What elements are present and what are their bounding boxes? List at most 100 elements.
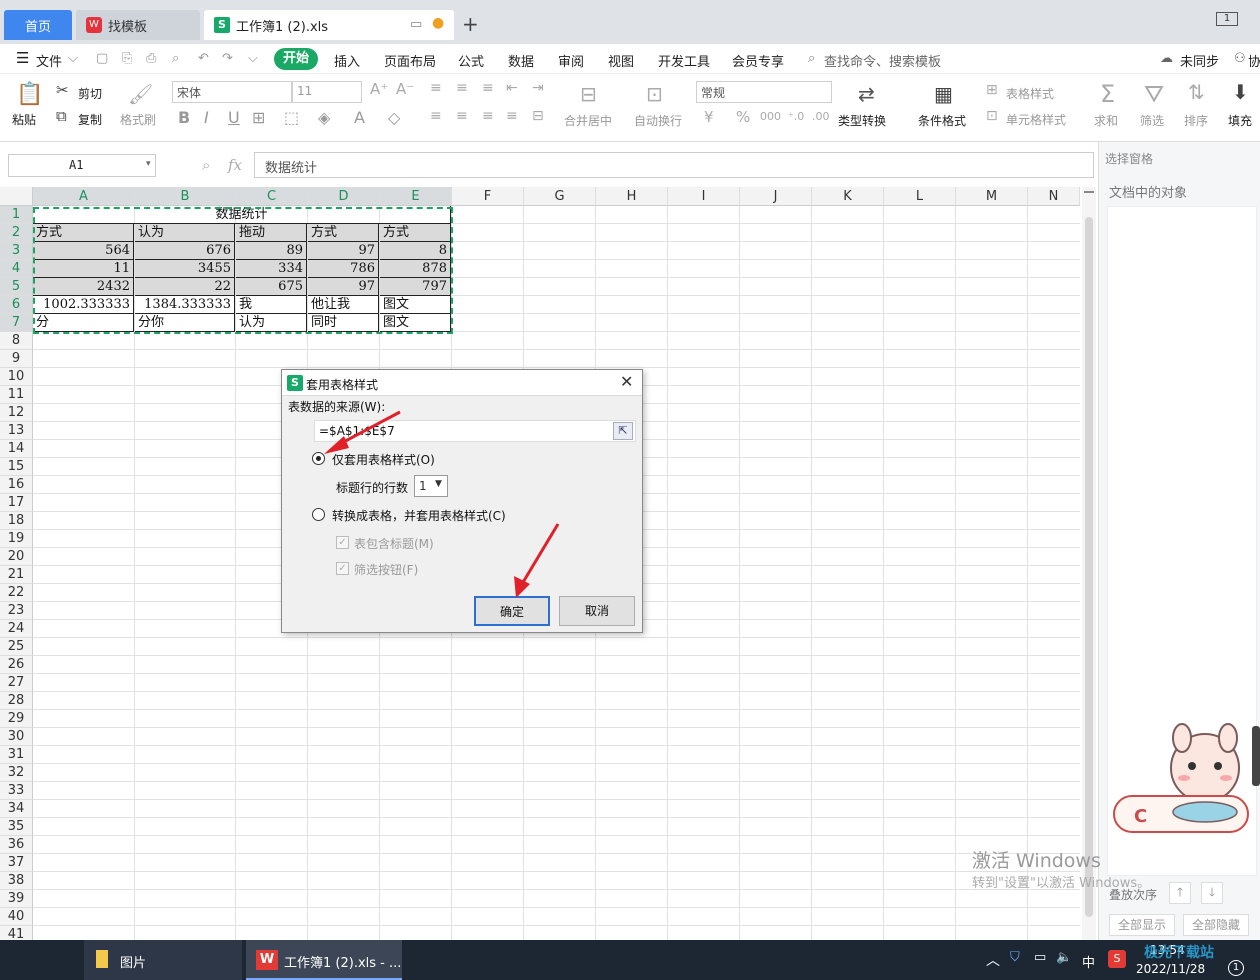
notification-badge[interactable]: 1	[1228, 960, 1244, 976]
clock-date[interactable]: 2022/11/28	[1136, 962, 1205, 976]
row-header[interactable]: 20	[0, 548, 33, 566]
selection-pane-title[interactable]: 选择窗格	[1105, 150, 1153, 167]
font-name-select[interactable]: 宋体	[172, 81, 292, 103]
row-header[interactable]: 22	[0, 584, 33, 602]
decimal-add-icon[interactable]: ⁺.0	[788, 110, 804, 123]
menu-data[interactable]: 数据	[508, 51, 534, 70]
align-top-icon[interactable]: ≡	[430, 80, 442, 96]
table-style-button[interactable]: 表格样式	[1006, 85, 1054, 102]
bold-icon[interactable]: B	[178, 108, 190, 127]
row-header[interactable]: 33	[0, 782, 33, 800]
bg-color-icon[interactable]: ◈	[318, 108, 330, 127]
row-header[interactable]: 14	[0, 440, 33, 458]
hamburger-icon[interactable]: ☰	[16, 49, 29, 67]
column-header[interactable]: H	[596, 187, 668, 206]
column-header[interactable]: A	[33, 187, 135, 206]
network-icon[interactable]: ▭	[1034, 950, 1046, 965]
decimal-remove-icon[interactable]: .00	[812, 110, 830, 123]
conditional-format-icon[interactable]: ▦	[934, 82, 953, 106]
column-header[interactable]: L	[884, 187, 956, 206]
justify-icon[interactable]: ≡	[506, 108, 518, 124]
fill-button[interactable]: 填充	[1228, 112, 1252, 129]
menu-view[interactable]: 视图	[608, 51, 634, 70]
row-header[interactable]: 21	[0, 566, 33, 584]
wrap-text-button[interactable]: 自动换行	[634, 112, 682, 129]
row-header[interactable]: 23	[0, 602, 33, 620]
tab-document[interactable]: S 工作簿1 (2).xls ▭ ●	[204, 10, 454, 40]
align-center-icon[interactable]: ≡	[456, 108, 468, 124]
show-all-button[interactable]: 全部显示	[1109, 914, 1175, 936]
scissors-icon[interactable]: ✂	[56, 81, 69, 99]
sync-status[interactable]: 未同步	[1180, 51, 1219, 70]
redo-icon[interactable]: ↷	[222, 51, 233, 66]
column-header[interactable]: K	[812, 187, 884, 206]
row-header[interactable]: 11	[0, 386, 33, 404]
currency-icon[interactable]: ¥	[704, 108, 714, 126]
filter-button[interactable]: 筛选	[1140, 112, 1164, 129]
formula-input[interactable]: 数据统计	[254, 152, 1094, 178]
vertical-scrollbar[interactable]	[1082, 187, 1096, 940]
checkbox-has-header-label[interactable]: 表包含标题(M)	[354, 535, 434, 552]
collab-label[interactable]: 协	[1248, 51, 1260, 70]
row-header[interactable]: 30	[0, 728, 33, 746]
move-up-button[interactable]: 🡑	[1169, 882, 1191, 904]
filter-icon[interactable]: ⛛	[1144, 80, 1164, 108]
preview-icon[interactable]: ⌕	[172, 51, 179, 66]
column-header[interactable]: F	[452, 187, 524, 206]
radio-style-only[interactable]	[312, 452, 325, 465]
name-box[interactable]: A1	[8, 154, 156, 177]
align-right-icon[interactable]: ≡	[482, 108, 494, 124]
scroll-thumb[interactable]	[1085, 217, 1093, 917]
brush-icon[interactable]: 🖌	[128, 82, 153, 106]
align-middle-icon[interactable]: ≡	[456, 80, 468, 96]
merge-center-button[interactable]: 合并居中	[564, 112, 612, 129]
row-header[interactable]: 10	[0, 368, 33, 386]
command-search[interactable]: 查找命令、搜索模板	[824, 51, 941, 70]
row-header[interactable]: 12	[0, 404, 33, 422]
column-header[interactable]: D	[308, 187, 380, 206]
sum-icon[interactable]: Σ	[1100, 80, 1115, 108]
row-header[interactable]: 16	[0, 476, 33, 494]
ime-indicator[interactable]: 中	[1082, 952, 1095, 971]
chevron-down-icon[interactable]: ⌵	[68, 51, 78, 66]
column-header[interactable]: B	[135, 187, 236, 206]
copy-button[interactable]: 复制	[78, 111, 102, 128]
row-header[interactable]: 1	[0, 206, 33, 224]
column-header[interactable]: G	[524, 187, 596, 206]
row-header[interactable]: 4	[0, 260, 33, 278]
cut-button[interactable]: 剪切	[78, 85, 102, 102]
row-header[interactable]: 9	[0, 350, 33, 368]
monitor-icon[interactable]: ▭	[410, 17, 422, 32]
row-header[interactable]: 25	[0, 638, 33, 656]
checkbox-has-header[interactable]: ✓	[336, 536, 349, 549]
row-header[interactable]: 5	[0, 278, 33, 296]
row-header[interactable]: 2	[0, 224, 33, 242]
row-header[interactable]: 41	[0, 926, 33, 940]
fill-icon[interactable]: ⬇	[1232, 80, 1249, 104]
row-header[interactable]: 40	[0, 908, 33, 926]
radio-convert-table-label[interactable]: 转换成表格，并套用表格样式(C)	[332, 507, 506, 524]
row-header[interactable]: 39	[0, 890, 33, 908]
number-format-select[interactable]: 常规	[696, 81, 832, 103]
undo-icon[interactable]: ↶	[198, 51, 209, 66]
column-header[interactable]: I	[668, 187, 740, 206]
conditional-format-button[interactable]: 条件格式	[918, 112, 966, 129]
row-header[interactable]: 8	[0, 332, 33, 350]
row-header[interactable]: 17	[0, 494, 33, 512]
row-header[interactable]: 26	[0, 656, 33, 674]
wps-tray-icon[interactable]: S	[1108, 950, 1126, 968]
font-grow-icon[interactable]: A⁺	[370, 80, 388, 98]
wrap-icon[interactable]: ⊡	[646, 82, 663, 106]
row-header[interactable]: 24	[0, 620, 33, 638]
hide-all-button[interactable]: 全部隐藏	[1183, 914, 1249, 936]
thousands-icon[interactable]: 000	[760, 110, 781, 123]
row-header[interactable]: 31	[0, 746, 33, 764]
tab-template[interactable]: W 找模板	[76, 10, 200, 40]
eraser-icon[interactable]: ◇	[388, 108, 400, 127]
column-header[interactable]: M	[956, 187, 1028, 206]
window-layout-icon[interactable]: 1	[1216, 12, 1238, 26]
table-style-icon[interactable]: ⊞	[986, 82, 998, 98]
column-header[interactable]: N	[1028, 187, 1080, 206]
sort-button[interactable]: 排序	[1184, 112, 1208, 129]
align-bottom-icon[interactable]: ≡	[482, 80, 494, 96]
